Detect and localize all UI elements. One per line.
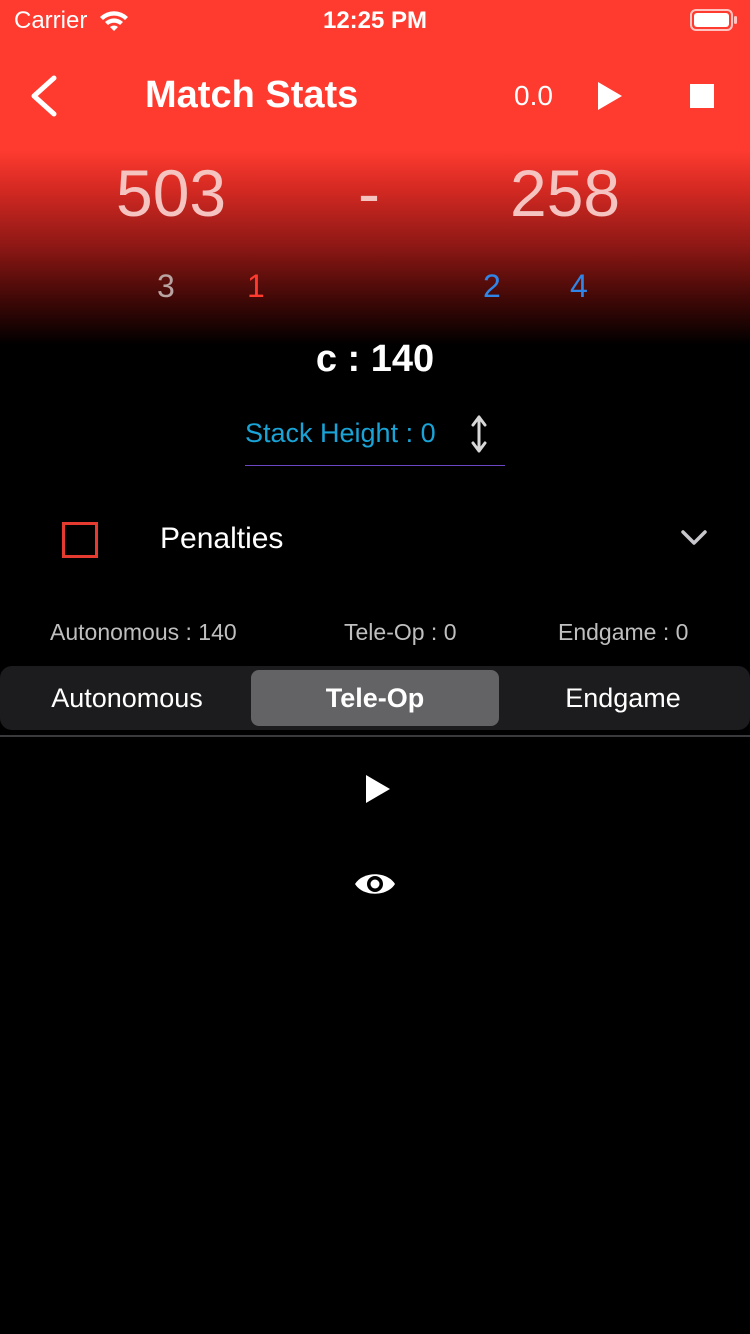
- match-stats-screen: Carrier 12:25 PM Match Stats 0.0 503 - 2…: [0, 0, 750, 1334]
- status-bar: Carrier 12:25 PM: [0, 0, 750, 40]
- stack-height-label: Stack Height : 0: [245, 418, 436, 448]
- teleop-score: Tele-Op : 0: [344, 619, 457, 645]
- eye-icon[interactable]: [353, 868, 397, 900]
- up-down-arrow-icon: [471, 415, 487, 453]
- penalties-checkbox[interactable]: [62, 522, 98, 558]
- tab-autonomous[interactable]: Autonomous: [4, 670, 250, 726]
- page-title: Match Stats: [145, 74, 359, 116]
- battery-icon: [690, 9, 737, 31]
- team-number[interactable]: 4: [570, 268, 588, 305]
- play-icon[interactable]: [364, 773, 392, 805]
- stop-icon[interactable]: [690, 84, 714, 108]
- team-number[interactable]: 3: [157, 268, 175, 305]
- phase-segmented-control: Autonomous Tele-Op Endgame: [0, 666, 750, 730]
- penalties-label: Penalties: [160, 522, 284, 555]
- red-score: 503: [116, 156, 227, 230]
- back-icon[interactable]: [26, 74, 66, 118]
- endgame-score: Endgame : 0: [558, 619, 689, 645]
- play-icon[interactable]: [596, 80, 624, 112]
- tab-endgame[interactable]: Endgame: [500, 670, 746, 726]
- chevron-down-icon[interactable]: [680, 528, 708, 548]
- score-separator: -: [358, 156, 380, 230]
- divider: [0, 735, 750, 737]
- tab-teleop[interactable]: Tele-Op: [251, 670, 499, 726]
- selected-team-score: c : 140: [315, 338, 435, 380]
- autonomous-score: Autonomous : 140: [50, 619, 237, 645]
- match-timer: 0.0: [514, 80, 553, 111]
- stack-height-field[interactable]: Stack Height : 0: [245, 410, 505, 466]
- blue-score: 258: [510, 156, 621, 230]
- status-time: 12:25 PM: [322, 7, 428, 34]
- team-number[interactable]: 2: [483, 268, 501, 305]
- team-number[interactable]: 1: [247, 268, 265, 305]
